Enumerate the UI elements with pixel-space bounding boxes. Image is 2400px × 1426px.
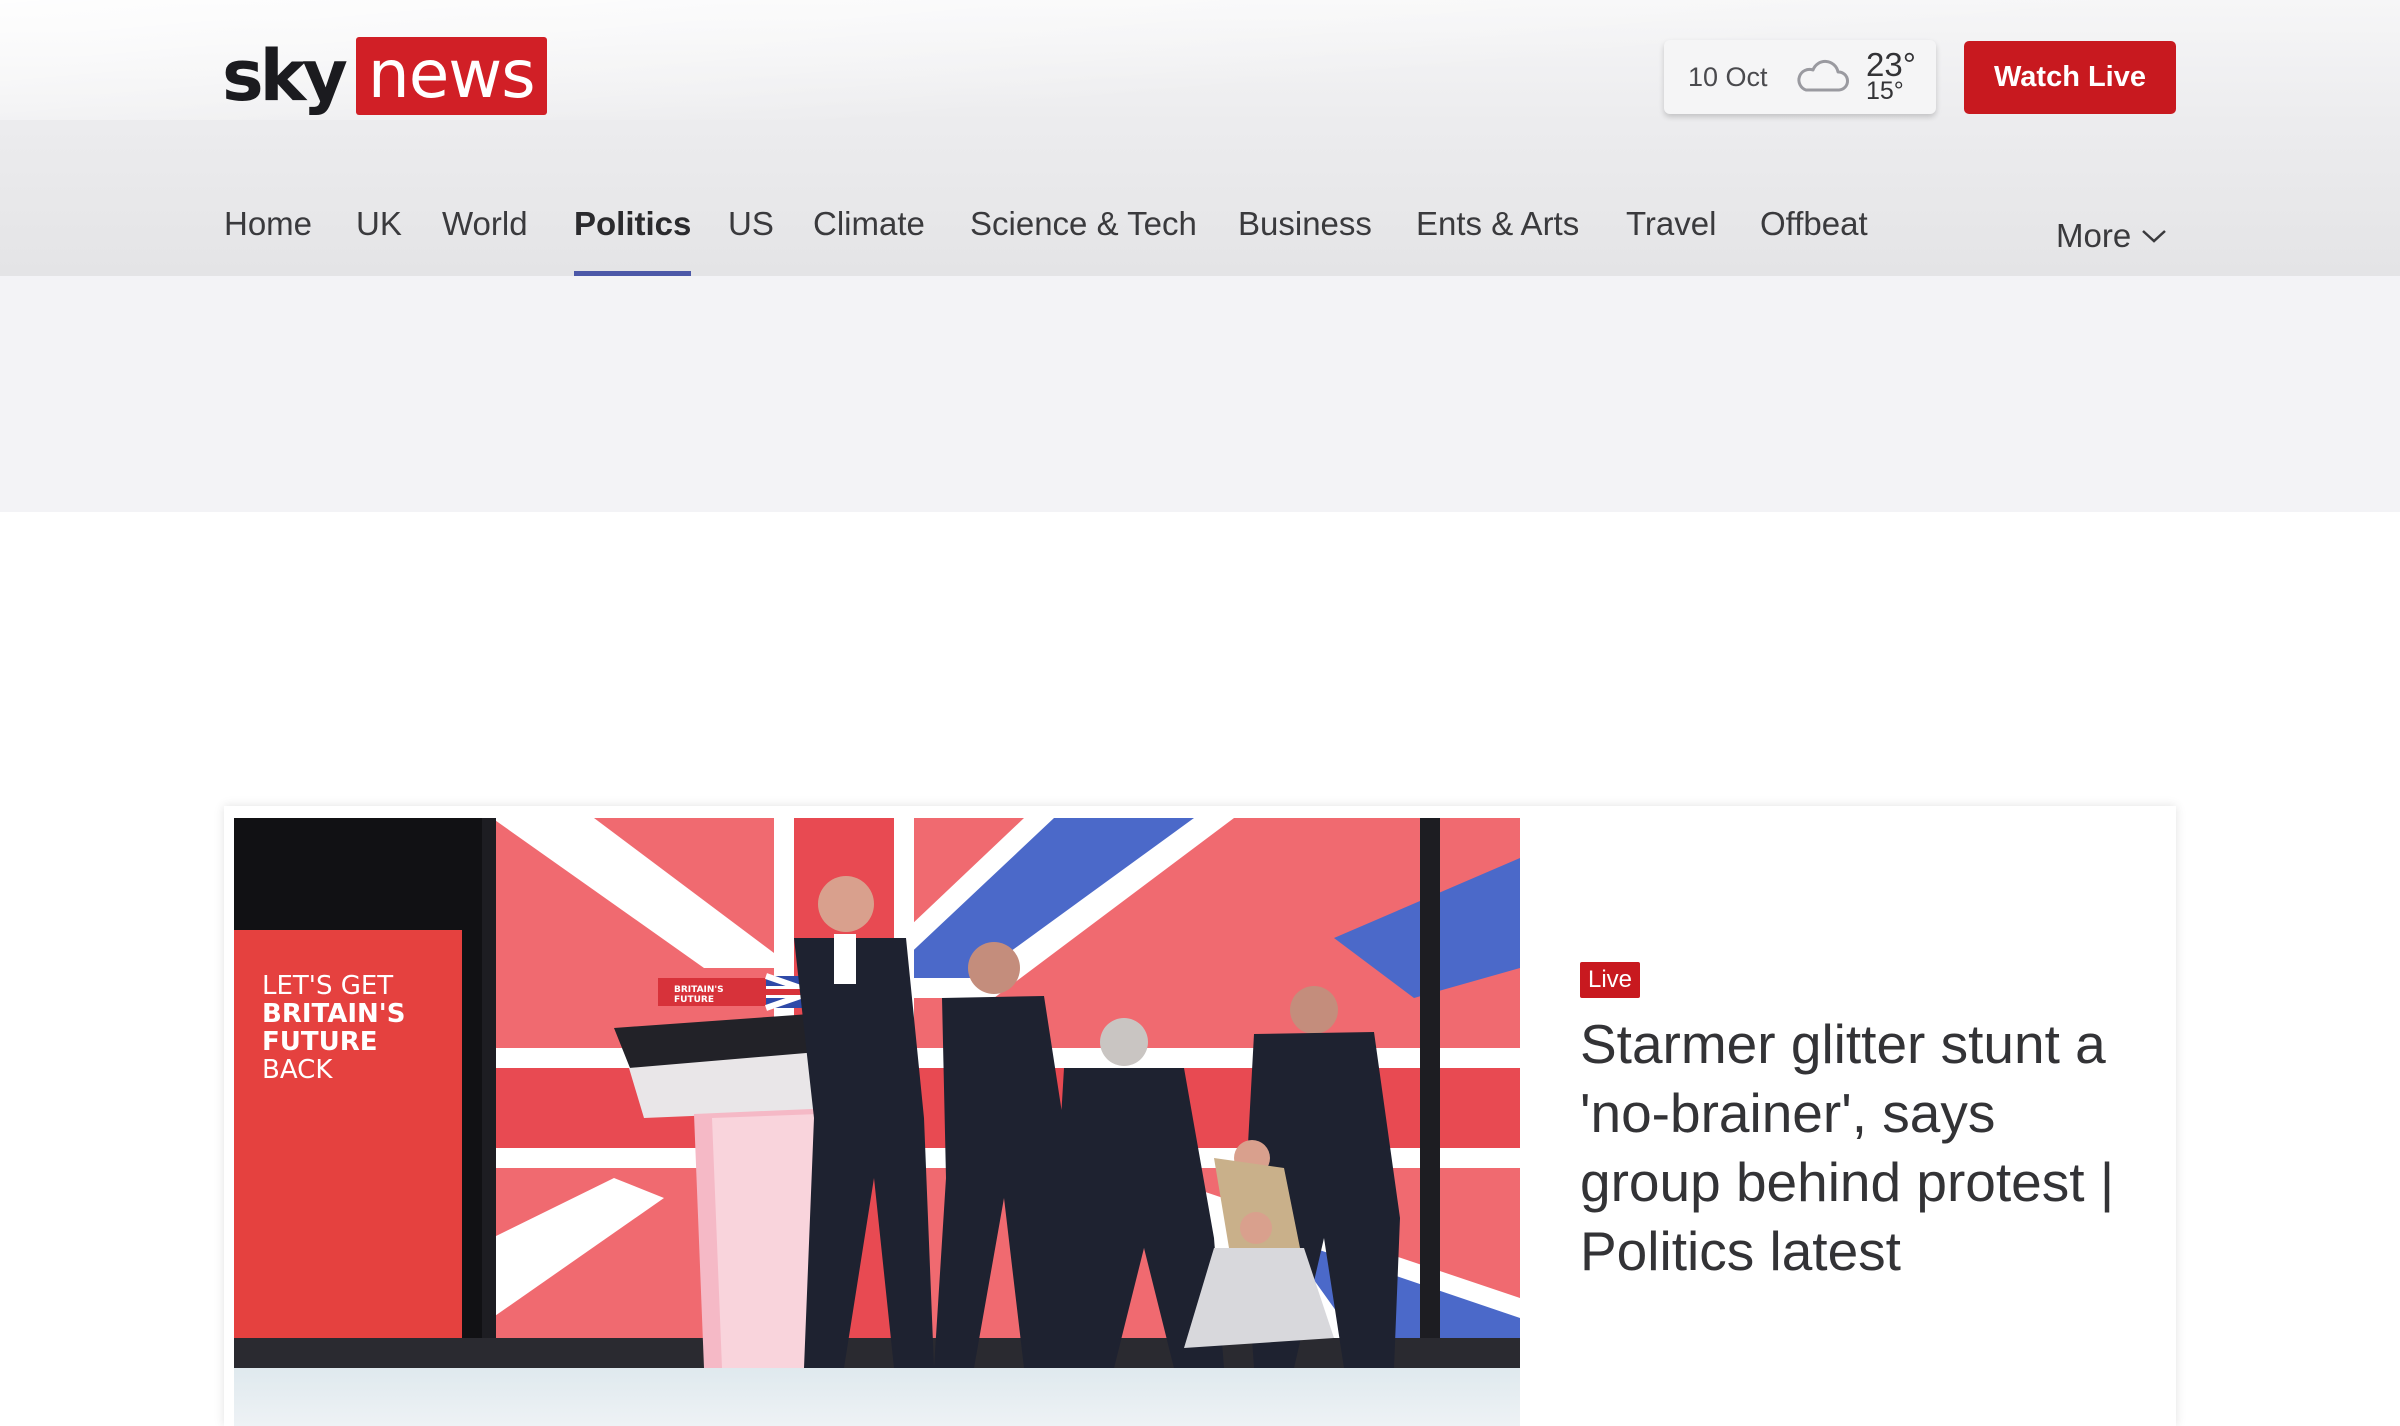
watch-live-button[interactable]: Watch Live — [1964, 41, 2176, 114]
podium-sign-line-2: FUTURE — [674, 995, 714, 1005]
cloud-icon — [1797, 59, 1849, 92]
nav-item-world[interactable]: World — [442, 196, 528, 276]
logo-news-text: news — [355, 37, 547, 115]
nav-item-travel[interactable]: Travel — [1626, 196, 1716, 276]
nav-item-science-tech[interactable]: Science & Tech — [970, 196, 1197, 276]
podium-sign-line-1: BRITAIN'S — [674, 985, 724, 995]
nav-item-climate[interactable]: Climate — [813, 196, 925, 276]
weather-date: 10 Oct — [1688, 61, 1768, 92]
nav-item-business[interactable]: Business — [1238, 196, 1372, 276]
screen-slogan-line-3: FUTURE — [262, 1027, 378, 1057]
site-header: sky news 10 Oct 23° 15° Watch Live Home … — [0, 0, 2400, 276]
live-badge: Live — [1580, 962, 1641, 998]
nav-item-politics[interactable]: Politics — [574, 196, 692, 276]
nav-item-politics-label: Politics — [574, 205, 692, 242]
chevron-down-icon — [2142, 230, 2167, 243]
screen-slogan-line-4: BACK — [262, 1055, 333, 1085]
nav-item-home[interactable]: Home — [224, 196, 312, 276]
hero-story-card[interactable]: LET'S GET BRITAIN'S FUTURE BACK BRITAIN'… — [224, 806, 2176, 1426]
temperature-low: 15° — [1866, 77, 1904, 105]
logo-sky-text: sky — [222, 35, 348, 117]
temperature-high: 23° — [1866, 46, 1916, 83]
nav-item-offbeat[interactable]: Offbeat — [1760, 196, 1868, 276]
screen-slogan-line-2: BRITAIN'S — [262, 999, 405, 1029]
nav-more-label: More — [2056, 217, 2132, 254]
weather-widget[interactable]: 10 Oct 23° 15° — [1664, 40, 1936, 114]
nav-item-ents-arts[interactable]: Ents & Arts — [1416, 196, 1579, 276]
nav-item-uk[interactable]: UK — [356, 196, 402, 276]
hero-story-image[interactable]: LET'S GET BRITAIN'S FUTURE BACK BRITAIN'… — [234, 818, 1520, 1368]
hero-headline[interactable]: Starmer glitter stunt a 'no-brainer', sa… — [1580, 1010, 2140, 1286]
nav-more-menu[interactable]: More — [2056, 196, 2167, 276]
nav-item-us[interactable]: US — [728, 196, 774, 276]
sky-news-logo[interactable]: sky news — [222, 36, 547, 116]
screen-slogan-line-1: LET'S GET — [262, 971, 393, 1001]
conference-stage-photo: LET'S GET BRITAIN'S FUTURE BACK BRITAIN'… — [234, 818, 1520, 1368]
weather-temps: 23° 15° — [1866, 46, 1916, 105]
hero-image-strip — [234, 1368, 1520, 1426]
advert-placeholder — [0, 276, 2400, 512]
main-nav: Home UK World Politics US Climate Scienc… — [0, 180, 2400, 276]
